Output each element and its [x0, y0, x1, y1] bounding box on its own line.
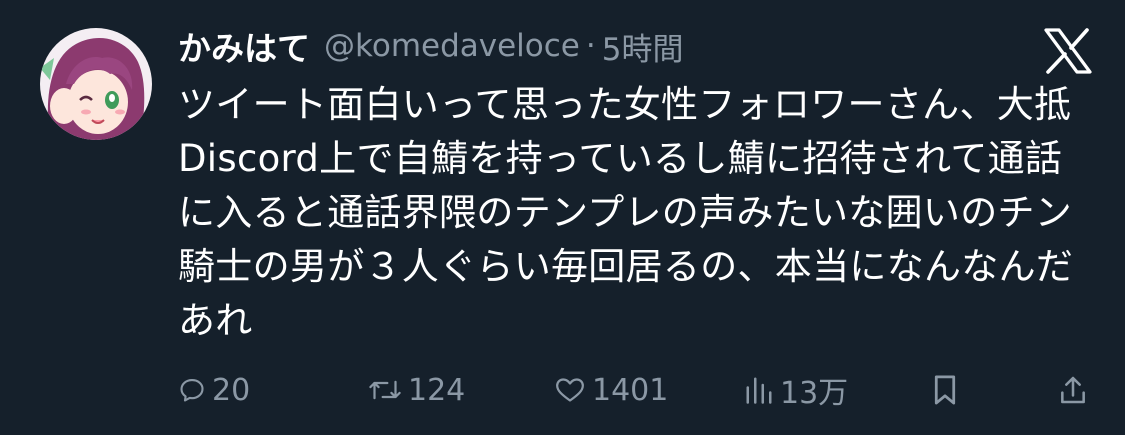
separator-dot: · — [585, 28, 596, 64]
heart-icon — [554, 376, 586, 404]
views-button[interactable]: 13万 — [744, 366, 848, 414]
retweet-count: 124 — [408, 372, 466, 408]
action-bar: 20 124 1401 13万 — [178, 366, 1093, 414]
reply-button[interactable]: 20 — [178, 366, 250, 414]
avatar[interactable] — [40, 28, 152, 140]
bookmark-button[interactable] — [930, 366, 960, 414]
display-name[interactable]: かみはて — [178, 22, 310, 70]
timestamp[interactable]: 5時間 — [602, 24, 684, 69]
tweet-header: かみはて @komedaveloce · 5時間 — [178, 22, 683, 70]
tweet-text: ツイート面白いって思った女性フォロワーさん、大抵Discord上で自鯖を持ってい… — [178, 83, 1074, 342]
tweet-card: かみはて @komedaveloce · 5時間 ツイート面白いって思った女性フ… — [0, 0, 1125, 435]
views-icon — [744, 375, 774, 405]
share-icon — [1058, 374, 1088, 406]
retweet-button[interactable]: 124 — [368, 366, 465, 414]
share-button[interactable] — [1058, 366, 1088, 414]
x-logo-icon[interactable] — [1043, 28, 1093, 74]
reply-icon — [178, 376, 206, 404]
reply-count: 20 — [212, 372, 251, 408]
retweet-icon — [368, 376, 402, 404]
like-button[interactable]: 1401 — [554, 366, 668, 414]
like-count: 1401 — [592, 372, 669, 408]
bookmark-icon — [930, 374, 960, 406]
views-count: 13万 — [780, 376, 849, 411]
user-handle[interactable]: @komedaveloce — [324, 28, 580, 64]
